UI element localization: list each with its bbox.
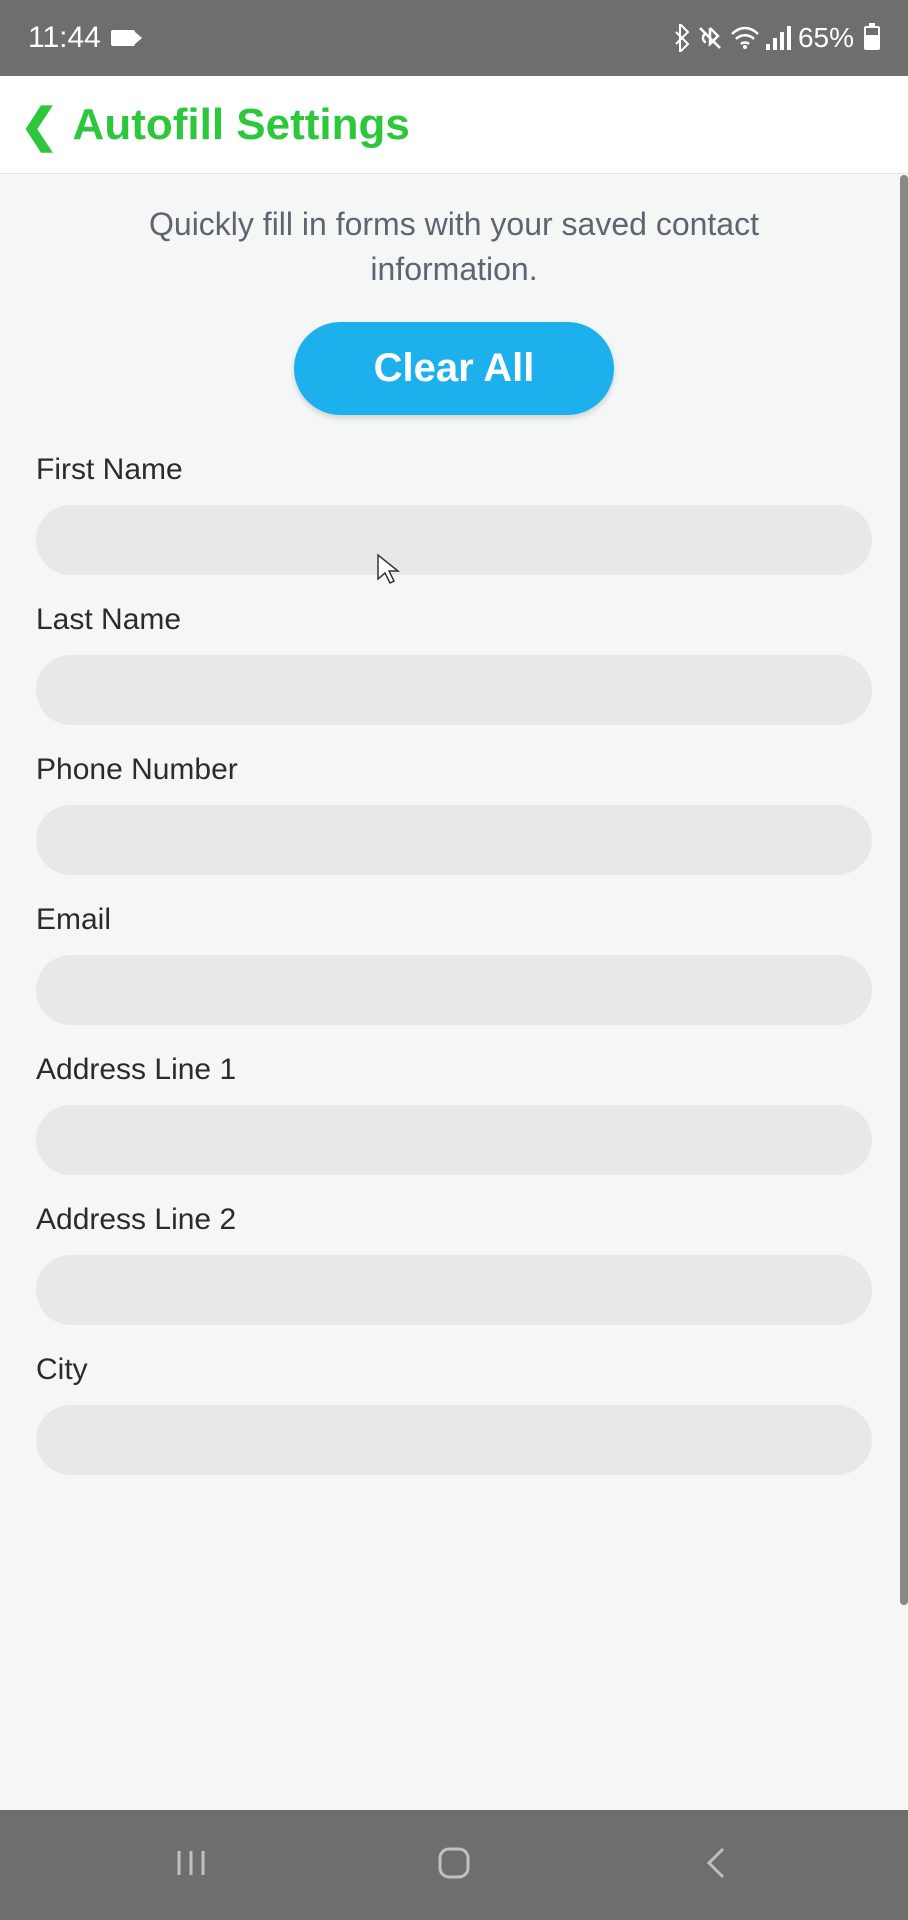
form-group-first-name: First Name	[36, 453, 872, 575]
email-label: Email	[36, 903, 872, 937]
recents-button[interactable]	[171, 1843, 211, 1888]
phone-number-input[interactable]	[36, 805, 872, 875]
status-bar: 11:44 65%	[0, 0, 908, 76]
bluetooth-icon	[672, 24, 690, 52]
battery-icon	[864, 26, 880, 50]
back-button[interactable]: ❮	[20, 98, 59, 152]
address-line-1-input[interactable]	[36, 1105, 872, 1175]
form-group-phone-number: Phone Number	[36, 753, 872, 875]
first-name-label: First Name	[36, 453, 872, 487]
city-label: City	[36, 1353, 872, 1387]
battery-percent: 65%	[798, 22, 854, 54]
address-line-2-label: Address Line 2	[36, 1203, 872, 1237]
city-input[interactable]	[36, 1405, 872, 1475]
form-group-city: City	[36, 1353, 872, 1475]
form-group-email: Email	[36, 903, 872, 1025]
nav-back-button[interactable]	[697, 1843, 737, 1888]
navigation-bar	[0, 1810, 908, 1920]
video-recording-icon	[111, 30, 135, 46]
page-title: Autofill Settings	[73, 100, 410, 150]
scrollbar[interactable]	[900, 175, 908, 1605]
form-group-address-line-1: Address Line 1	[36, 1053, 872, 1175]
form-group-address-line-2: Address Line 2	[36, 1203, 872, 1325]
status-left: 11:44	[28, 21, 135, 55]
signal-icon	[766, 26, 792, 50]
last-name-label: Last Name	[36, 603, 872, 637]
clear-all-button[interactable]: Clear All	[294, 322, 615, 415]
last-name-input[interactable]	[36, 655, 872, 725]
status-time: 11:44	[28, 21, 101, 55]
home-button[interactable]	[434, 1843, 474, 1888]
address-line-1-label: Address Line 1	[36, 1053, 872, 1087]
email-input[interactable]	[36, 955, 872, 1025]
form-group-last-name: Last Name	[36, 603, 872, 725]
description-text: Quickly fill in forms with your saved co…	[36, 202, 872, 292]
first-name-input[interactable]	[36, 505, 872, 575]
address-line-2-input[interactable]	[36, 1255, 872, 1325]
phone-number-label: Phone Number	[36, 753, 872, 787]
content-area: Quickly fill in forms with your saved co…	[0, 174, 908, 1810]
vibrate-icon	[696, 24, 724, 52]
status-right: 65%	[672, 22, 880, 54]
page-header: ❮ Autofill Settings	[0, 76, 908, 174]
wifi-icon	[730, 26, 760, 50]
